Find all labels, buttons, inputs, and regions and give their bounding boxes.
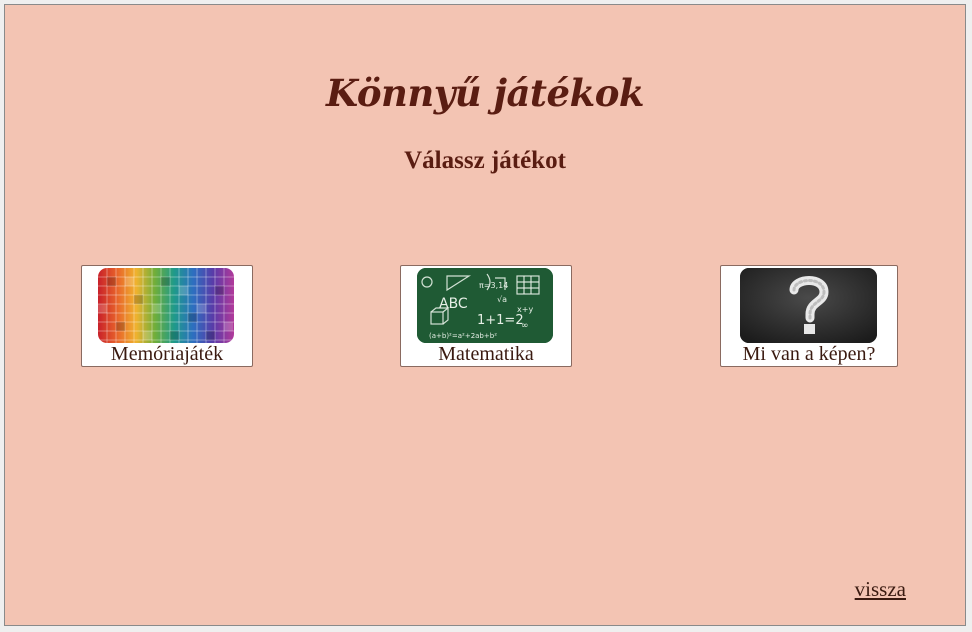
svg-text:(a+b)²=a²+2ab+b²: (a+b)²=a²+2ab+b² [429,332,497,340]
svg-text:√a: √a [497,295,507,304]
svg-text:1+1=2: 1+1=2 [477,313,524,328]
game-card-math[interactable]: ABC 1+1=2 π=3,14 √a (a+b)²=a²+2ab+b² x+y… [400,265,572,367]
game-card-label: Memóriajáték [110,343,224,365]
game-card-label: Mi van a képen? [742,343,876,365]
svg-text:ABC: ABC [439,296,468,312]
svg-text:x+y: x+y [517,305,533,314]
game-card-memory[interactable]: Memóriajáték [81,265,253,367]
game-card-label: Matematika [438,343,534,365]
svg-text:π=3,14: π=3,14 [479,281,508,290]
svg-text:∞: ∞ [521,321,529,331]
rainbow-photo-grid-icon [98,268,234,343]
game-card-picture[interactable]: Mi van a képen? [720,265,898,367]
back-link[interactable]: vissza [855,577,906,602]
page-frame: Könnyű játékok Válassz játékot Memóriajá… [4,4,966,626]
chalkboard-math-icon: ABC 1+1=2 π=3,14 √a (a+b)²=a²+2ab+b² x+y… [417,268,553,343]
question-mark-icon [740,268,877,343]
page-title: Könnyű játékok [325,71,645,115]
page-subtitle: Válassz játékot [404,147,566,174]
